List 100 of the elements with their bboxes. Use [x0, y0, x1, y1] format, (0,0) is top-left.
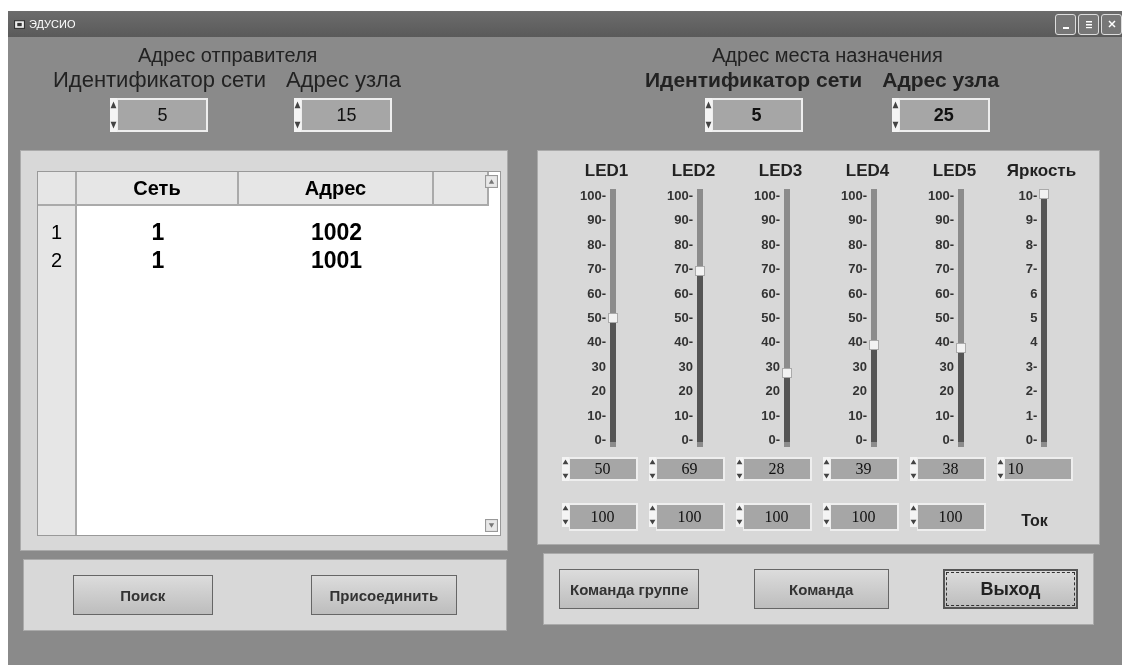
scale-label: 60-: [674, 286, 693, 301]
slider-thumb[interactable]: [608, 313, 618, 323]
slider-thumb[interactable]: [1039, 189, 1050, 199]
numeric-field[interactable]: 5: [117, 98, 209, 132]
slider-label: LED2: [671, 161, 716, 181]
scroll-up-icon[interactable]: [485, 175, 498, 188]
numeric-field[interactable]: 15: [301, 98, 393, 132]
lines-icon: [1083, 19, 1094, 29]
minimize-button[interactable]: [1055, 13, 1076, 35]
scale-label: 60-: [935, 286, 954, 301]
scale-label: 70-: [674, 262, 693, 277]
numeric-field[interactable]: 38: [916, 457, 986, 481]
spinner-arrows-icon[interactable]: [294, 98, 302, 132]
slider-track[interactable]: [781, 189, 793, 447]
spinner-arrows-icon[interactable]: [909, 457, 917, 481]
scale-label: 100-: [580, 189, 606, 203]
scale-label: 10-: [935, 408, 954, 423]
numeric-field[interactable]: 69: [655, 457, 725, 481]
spinner-arrows-icon[interactable]: [822, 503, 830, 527]
scale-label: 80-: [848, 237, 867, 252]
scale-label: 40-: [674, 335, 693, 350]
slider-thumb[interactable]: [956, 342, 966, 353]
scale-label: 50-: [761, 310, 780, 325]
section-title: Адрес отправителя: [138, 43, 318, 67]
numeric-field[interactable]: 25: [898, 98, 990, 132]
scale-label: 30: [852, 359, 867, 374]
numeric-field[interactable]: 100: [742, 503, 812, 531]
scale-label: 0-: [681, 432, 693, 447]
action-button[interactable]: Поиск: [72, 575, 213, 615]
numeric-field[interactable]: 100: [916, 503, 986, 531]
row-number: 2: [49, 248, 64, 273]
spinner-arrows-icon[interactable]: [996, 457, 1004, 481]
close-icon: [1106, 19, 1117, 29]
scale-label: 90-: [674, 213, 693, 228]
slider-label: LED1: [584, 161, 629, 181]
close-button[interactable]: [1101, 13, 1122, 35]
scale-label: 5: [1030, 310, 1038, 325]
scale-label: 40-: [848, 335, 867, 350]
scale-label: 80-: [935, 237, 954, 252]
slider-thumb[interactable]: [695, 265, 705, 276]
maximize-button[interactable]: [1078, 13, 1099, 35]
scale-label: 10-: [674, 408, 693, 423]
field-label: Адрес узла: [882, 67, 1000, 93]
spinner-arrows-icon[interactable]: [822, 457, 830, 481]
scale-label: 80-: [674, 237, 693, 252]
numeric-field[interactable]: 28: [742, 457, 812, 481]
current-label: Ток: [1021, 512, 1048, 530]
slider-thumb[interactable]: [869, 340, 879, 351]
scale-label: 20: [765, 384, 780, 399]
scale-label: 70-: [935, 262, 954, 277]
column-header[interactable]: Адрес: [239, 172, 434, 206]
slider-label: LED3: [758, 161, 803, 181]
numeric-field[interactable]: 5: [711, 98, 803, 132]
scale-label: 20: [678, 384, 693, 399]
scale-label: 40-: [587, 335, 606, 350]
scale-label: 100-: [667, 189, 693, 203]
spinner-arrows-icon[interactable]: [648, 503, 656, 527]
slider-track[interactable]: [607, 189, 619, 447]
slider-track[interactable]: [868, 189, 880, 447]
spinner-arrows-icon[interactable]: [704, 98, 712, 132]
scale-label: 20: [939, 384, 954, 399]
slider-thumb[interactable]: [782, 367, 792, 378]
scale-label: 90-: [587, 213, 606, 228]
spinner-arrows-icon[interactable]: [648, 457, 656, 481]
spinner-arrows-icon[interactable]: [735, 457, 743, 481]
spinner-arrows-icon[interactable]: [561, 503, 569, 527]
numeric-field[interactable]: 10: [1003, 457, 1073, 481]
spinner-arrows-icon[interactable]: [909, 503, 917, 527]
scale-label: 60-: [848, 286, 867, 301]
scale-label: 7-: [1025, 262, 1038, 277]
spinner-arrows-icon[interactable]: [891, 98, 899, 132]
scroll-down-icon[interactable]: [485, 519, 498, 532]
action-button[interactable]: Присоединить: [310, 575, 458, 615]
numeric-field[interactable]: 100: [655, 503, 725, 531]
numeric-field[interactable]: 100: [568, 503, 638, 531]
spinner-arrows-icon[interactable]: [561, 457, 569, 481]
action-button[interactable]: Выход: [943, 569, 1078, 609]
action-button[interactable]: Команда группе: [559, 569, 700, 609]
numeric-field[interactable]: 39: [829, 457, 899, 481]
scale-label: 70-: [848, 262, 867, 277]
scale-label: 30: [591, 359, 606, 374]
numeric-field[interactable]: 100: [829, 503, 899, 531]
slider-track[interactable]: [694, 189, 706, 447]
scale-label: 40-: [935, 335, 954, 350]
slider-label: LED5: [932, 161, 977, 181]
slider-track[interactable]: [955, 189, 967, 447]
numeric-field[interactable]: 50: [568, 457, 638, 481]
field-label: Адрес узла: [285, 67, 401, 93]
spinner-arrows-icon[interactable]: [110, 98, 118, 132]
slider-label: LED4: [845, 161, 890, 181]
scale-label: 70-: [761, 262, 780, 277]
table-cell-text: 1001: [309, 246, 364, 274]
column-header[interactable]: Сеть: [77, 172, 239, 206]
scale-label: 4: [1030, 335, 1038, 350]
action-button[interactable]: Команда: [753, 569, 889, 609]
scale-label: 8-: [1025, 237, 1038, 252]
scale-label: 80-: [761, 237, 780, 252]
scale-label: 6: [1030, 286, 1038, 301]
scale-label: 9-: [1025, 213, 1038, 228]
spinner-arrows-icon[interactable]: [735, 503, 743, 527]
